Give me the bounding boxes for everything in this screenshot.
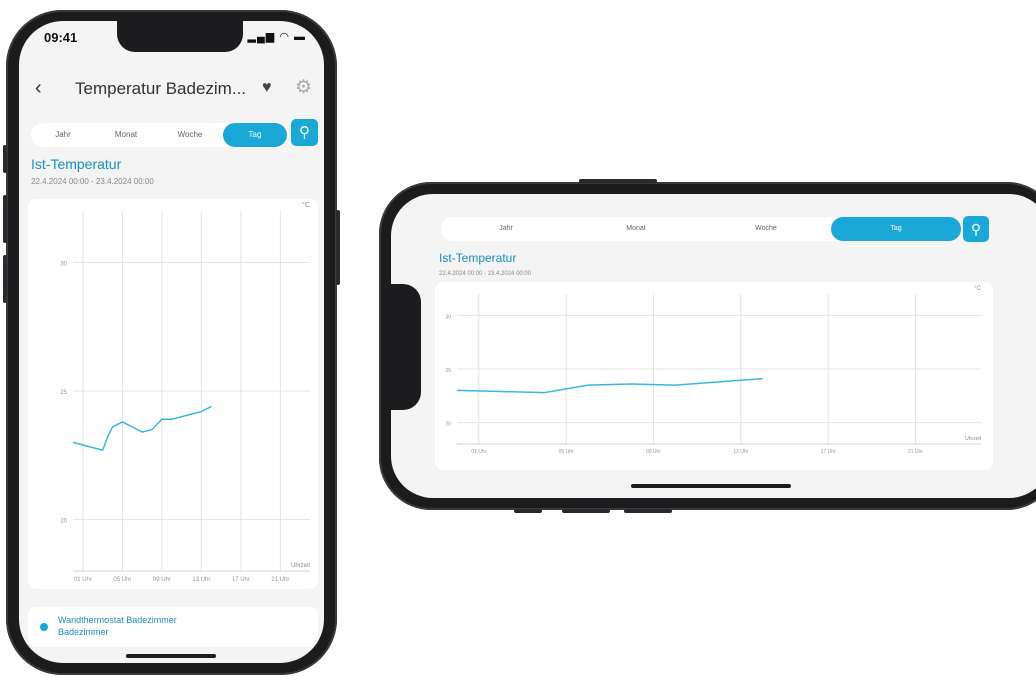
series-line	[72, 405, 212, 451]
portrait-screen: 09:41 ▂▄▆ ◠ ▬ ‹ Temperatur Badezim... ♥ …	[19, 21, 324, 663]
portrait-phone: 09:41 ▂▄▆ ◠ ▬ ‹ Temperatur Badezim... ♥ …	[3, 10, 340, 675]
period-segmented-control: Jahr Monat Woche Tag	[31, 123, 289, 147]
x-tick-label: 21 Uhr	[908, 449, 923, 455]
notch	[391, 284, 421, 410]
volume-up-button	[562, 509, 610, 513]
back-icon[interactable]: ‹	[35, 77, 42, 100]
gear-icon[interactable]: ⚙	[295, 76, 312, 99]
x-tick-label: 09 Uhr	[153, 577, 171, 583]
legend-room-name: Badezimmer	[58, 627, 109, 637]
tab-monat[interactable]: Monat	[571, 217, 701, 241]
home-indicator	[631, 484, 791, 488]
y-tick-label: 30	[60, 261, 67, 267]
battery-icon: ▬	[294, 31, 306, 43]
chart-card: 01 Uhr 05 Uhr 09 Uhr 13 Uhr 17 Uhr 21 Uhr 20 25…	[28, 199, 318, 589]
nav-bar: ‹ Temperatur Badezim... ♥ ⚙	[19, 71, 324, 111]
x-tick-label: 13 Uhr	[192, 577, 210, 583]
section-title: Ist-Temperatur	[439, 251, 517, 265]
date-range: 22.4.2024 00:00 - 23.4.2024 00:00	[439, 271, 532, 277]
x-tick-label: 13 Uhr	[733, 449, 748, 455]
power-button	[579, 179, 657, 183]
unit-label: °C	[974, 286, 981, 292]
tab-monat[interactable]: Monat	[95, 123, 157, 147]
chart-card: 01 Uhr 05 Uhr 09 Uhr 13 Uhr 17 Uhr 21 Uhr 20 25…	[435, 282, 993, 470]
tab-tag[interactable]: Tag	[223, 123, 287, 147]
y-tick-label: 20	[60, 519, 67, 525]
signal-icon: ▂▄▆	[247, 31, 276, 43]
x-axis-title: Uhrzeit	[291, 563, 310, 569]
search-icon: ⚲	[970, 221, 982, 237]
search-button[interactable]: ⚲	[291, 119, 318, 146]
x-tick-label: 01 Uhr	[74, 577, 92, 583]
volume-down-button	[3, 255, 7, 303]
mute-switch	[3, 145, 7, 173]
x-tick-label: 17 Uhr	[821, 449, 836, 455]
temperature-chart: 01 Uhr 05 Uhr 09 Uhr 13 Uhr 17 Uhr 21 Uhr 20 25…	[445, 286, 981, 455]
home-indicator	[126, 654, 216, 658]
volume-down-button	[624, 509, 672, 513]
period-segmented-control: Jahr Monat Woche Tag	[441, 217, 961, 241]
landscape-screen: Jahr Monat Woche Tag ⚲ Ist-Temperatur 22…	[391, 194, 1036, 498]
date-range: 22.4.2024 00:00 - 23.4.2024 00:00	[31, 177, 154, 186]
x-tick-label: 05 Uhr	[559, 449, 574, 455]
mute-switch	[514, 509, 542, 513]
landscape-phone: Jahr Monat Woche Tag ⚲ Ist-Temperatur 22…	[379, 179, 1036, 513]
tab-tag[interactable]: Tag	[831, 217, 961, 241]
legend-card[interactable]: Wandthermostat Badezimmer Badezimmer	[28, 607, 318, 647]
status-time: 09:41	[44, 30, 78, 45]
tab-woche[interactable]: Woche	[701, 217, 831, 241]
section-title: Ist-Temperatur	[31, 156, 122, 172]
x-tick-label: 17 Uhr	[232, 577, 250, 583]
wifi-icon: ◠	[279, 31, 290, 43]
series-line	[456, 377, 763, 394]
x-tick-label: 21 Uhr	[271, 577, 289, 583]
volume-up-button	[3, 195, 7, 243]
tab-woche[interactable]: Woche	[159, 123, 221, 147]
search-button[interactable]: ⚲	[963, 216, 989, 242]
notch	[117, 21, 243, 52]
power-button	[336, 210, 340, 285]
tab-jahr[interactable]: Jahr	[33, 123, 93, 147]
x-tick-label: 09 Uhr	[646, 449, 661, 455]
x-tick-label: 05 Uhr	[113, 577, 131, 583]
temperature-chart: 01 Uhr 05 Uhr 09 Uhr 13 Uhr 17 Uhr 21 Uhr 20 25…	[60, 201, 310, 583]
x-tick-label: 01 Uhr	[471, 449, 486, 455]
tab-jahr[interactable]: Jahr	[441, 217, 571, 241]
unit-label: °C	[302, 201, 310, 209]
status-icons: ▂▄▆ ◠ ▬	[248, 30, 306, 43]
y-tick-label: 25	[445, 368, 451, 374]
search-icon: ⚲	[299, 124, 310, 141]
y-tick-label: 30	[445, 314, 451, 320]
x-axis-title: Uhrzeit	[965, 436, 981, 442]
legend-color-dot	[40, 623, 48, 631]
y-tick-label: 20	[445, 422, 451, 428]
page-title: Temperatur Badezim...	[75, 79, 247, 98]
legend-device-name: Wandthermostat Badezimmer	[58, 615, 177, 625]
favorite-heart-icon[interactable]: ♥	[262, 79, 272, 97]
y-tick-label: 25	[60, 390, 67, 396]
